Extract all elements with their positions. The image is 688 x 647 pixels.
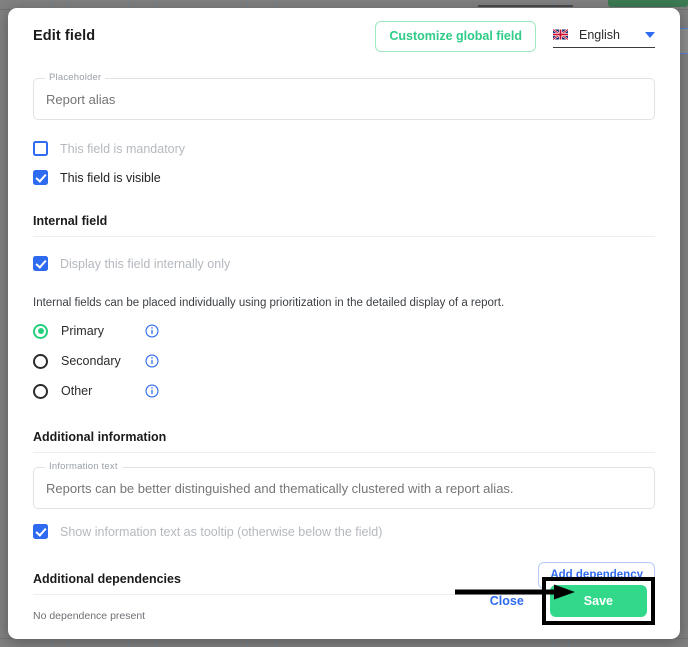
uk-flag-icon	[553, 29, 568, 40]
radio-primary[interactable]	[33, 324, 48, 339]
placeholder-field[interactable]: Placeholder	[33, 78, 655, 120]
checkbox-label-visible: This field is visible	[60, 171, 161, 185]
header-actions: Customize global field English	[375, 21, 655, 52]
dialog-body: Placeholder This field is mandatory This…	[8, 78, 680, 622]
information-text-input[interactable]	[34, 481, 654, 496]
placeholder-field-legend: Placeholder	[45, 72, 105, 83]
close-button[interactable]: Close	[490, 594, 524, 608]
background-green-button	[608, 0, 688, 7]
information-text-field[interactable]: Information text	[33, 467, 655, 509]
checkbox-row-internal-only[interactable]: Display this field internally only	[33, 249, 655, 278]
checkbox-visible[interactable]	[33, 170, 48, 185]
language-label: English	[579, 28, 620, 42]
section-heading-internal-field: Internal field	[33, 214, 655, 236]
priority-radio-group: Primary Secondary Other	[33, 316, 655, 406]
checkbox-label-mandatory: This field is mandatory	[60, 142, 185, 156]
internal-only-group: Display this field internally only	[33, 249, 655, 278]
save-button-highlight: Save	[542, 577, 655, 625]
checkbox-show-tooltip[interactable]	[33, 524, 48, 539]
dialog-header: Edit field Customize global field Englis…	[8, 8, 680, 64]
section-divider	[33, 236, 655, 237]
page-title: Edit field	[33, 28, 95, 44]
language-selector[interactable]: English	[553, 25, 655, 48]
checkbox-label-show-tooltip: Show information text as tooltip (otherw…	[60, 525, 382, 539]
radio-label-other: Other	[61, 384, 145, 398]
internal-field-section: Internal field	[33, 214, 655, 237]
radio-row-other[interactable]: Other	[33, 376, 655, 406]
section-heading-additional-information: Additional information	[33, 430, 655, 452]
save-button[interactable]: Save	[550, 585, 647, 617]
checkbox-row-mandatory[interactable]: This field is mandatory	[33, 134, 655, 163]
checkbox-row-visible[interactable]: This field is visible	[33, 163, 655, 192]
dialog-footer: Close Save	[8, 577, 680, 625]
info-icon-other[interactable]	[145, 384, 159, 398]
background-input-underline	[478, 5, 573, 7]
edit-field-dialog: Edit field Customize global field Englis…	[8, 8, 680, 639]
field-flags-group: This field is mandatory This field is vi…	[33, 134, 655, 192]
info-icon-primary[interactable]	[145, 324, 159, 338]
customize-global-field-button[interactable]: Customize global field	[375, 21, 536, 52]
radio-secondary[interactable]	[33, 354, 48, 369]
checkbox-mandatory[interactable]	[33, 141, 48, 156]
additional-information-section: Additional information	[33, 430, 655, 453]
radio-other[interactable]	[33, 384, 48, 399]
checkbox-internal-only[interactable]	[33, 256, 48, 271]
radio-row-secondary[interactable]: Secondary	[33, 346, 655, 376]
section-divider	[33, 452, 655, 453]
tooltip-option-group: Show information text as tooltip (otherw…	[33, 517, 655, 546]
information-text-legend: Information text	[45, 461, 122, 472]
checkbox-row-show-tooltip[interactable]: Show information text as tooltip (otherw…	[33, 517, 655, 546]
radio-row-primary[interactable]: Primary	[33, 316, 655, 346]
internal-field-description: Internal fields can be placed individual…	[33, 297, 655, 309]
radio-label-secondary: Secondary	[61, 354, 145, 368]
chevron-down-icon	[645, 32, 655, 38]
placeholder-input[interactable]	[34, 92, 654, 107]
radio-label-primary: Primary	[61, 324, 145, 338]
checkbox-label-internal-only: Display this field internally only	[60, 257, 230, 271]
info-icon-secondary[interactable]	[145, 354, 159, 368]
